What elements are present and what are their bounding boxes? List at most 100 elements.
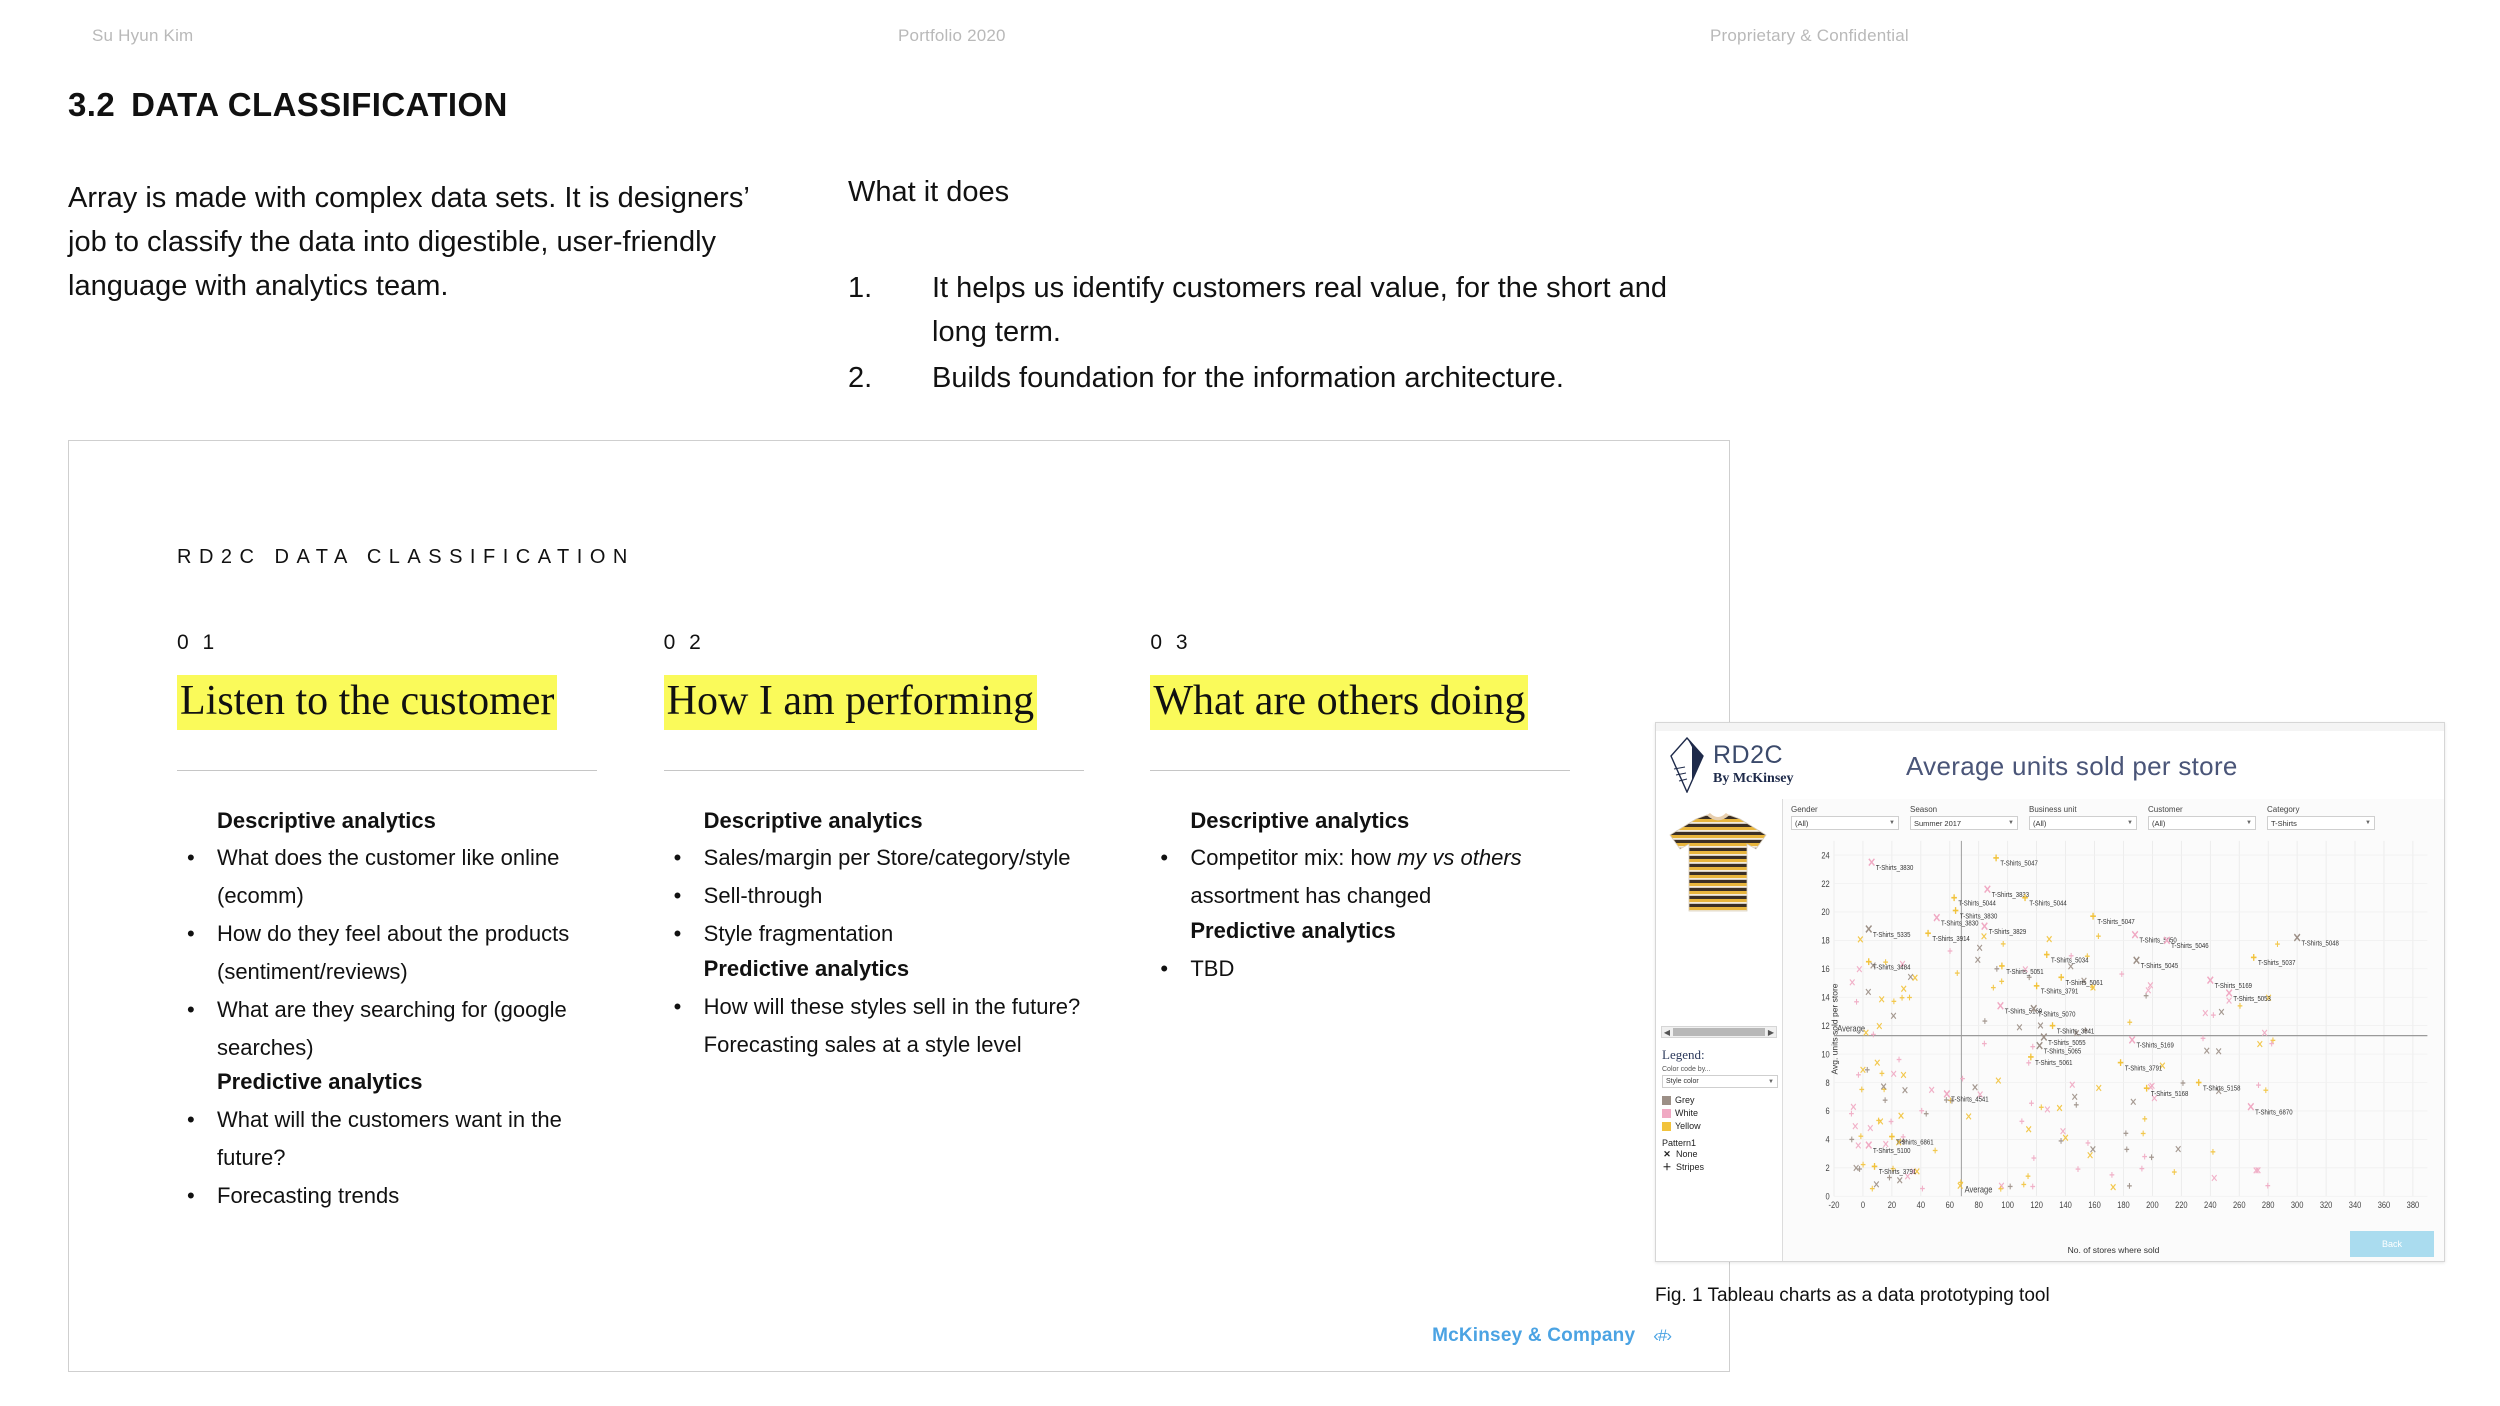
legend-item[interactable]: White xyxy=(1662,1107,1778,1120)
svg-text:T-Shirts_5045: T-Shirts_5045 xyxy=(2141,963,2179,971)
svg-text:T-Shirts_5055: T-Shirts_5055 xyxy=(2048,1039,2086,1047)
tableau-body: ◀ ▶ Legend: Color code by... Style color… xyxy=(1656,799,2444,1261)
svg-text:T-Shirts_5169: T-Shirts_5169 xyxy=(2215,983,2253,991)
tableau-right-panel: Gender (All) ▼ Season Summer 2017 ▼ Busi… xyxy=(1783,799,2444,1261)
column-02: 0 2 How I am performing Descriptive anal… xyxy=(663,631,1151,1215)
y-axis-label: Avg. units sold per store xyxy=(1829,983,1840,1075)
bullet-item: • How will these styles sell in the futu… xyxy=(664,988,1091,1064)
bullet-item: • Competitor mix: how my vs others assor… xyxy=(1150,839,1577,915)
color-code-by-select[interactable]: Style color ▼ xyxy=(1662,1075,1778,1088)
filter-select[interactable]: Summer 2017 ▼ xyxy=(1910,816,2018,830)
bullet-text: What does the customer like online (ecom… xyxy=(217,845,560,909)
filter-value: (All) xyxy=(1795,818,1809,828)
cross-marker-icon: ✕ xyxy=(1663,1149,1671,1160)
legend-item[interactable]: Yellow xyxy=(1662,1120,1778,1133)
column-03: 0 3 What are others doing Descriptive an… xyxy=(1150,631,1637,1215)
bullet-text-before: Competitor mix: how xyxy=(1190,845,1397,871)
scrollbar-thumb[interactable] xyxy=(1673,1028,1765,1036)
legend-color-items: Grey White Yellow xyxy=(1662,1094,1778,1133)
what-it-does-title: What it does xyxy=(848,176,1010,208)
svg-text:120: 120 xyxy=(2030,1199,2043,1210)
bullet-text-after: assortment has changed xyxy=(1190,883,1432,909)
color-swatch-yellow xyxy=(1662,1122,1671,1132)
column-number: 0 1 xyxy=(177,631,219,654)
chevron-down-icon: ▼ xyxy=(2365,820,2371,826)
svg-text:6: 6 xyxy=(1826,1105,1830,1116)
rd2c-logo-line2: By McKinsey xyxy=(1713,771,1794,786)
bullet-text: Style fragmentation xyxy=(703,921,894,947)
left-panel-scrollbar[interactable]: ◀ ▶ xyxy=(1661,1026,1777,1038)
svg-text:T-Shirts_3829: T-Shirts_3829 xyxy=(1989,929,2027,937)
list-item: 2. Builds foundation for the information… xyxy=(848,356,1728,400)
group-title: Predictive analytics xyxy=(703,955,910,981)
filter-customer: Customer (All) ▼ xyxy=(2148,805,2256,830)
bullet-marker: • xyxy=(673,993,682,1019)
svg-text:T-Shirts_5044: T-Shirts_5044 xyxy=(2029,900,2067,908)
bullet-marker: • xyxy=(187,1182,195,1208)
filter-label: Gender xyxy=(1791,805,1818,814)
back-button[interactable]: Back xyxy=(2350,1231,2434,1257)
svg-text:T-Shirts_3830: T-Shirts_3830 xyxy=(1876,865,1914,873)
slide-kicker: RD2C DATA CLASSIFICATION xyxy=(177,546,635,568)
svg-text:360: 360 xyxy=(2378,1199,2391,1210)
list-item-number: 1. xyxy=(848,272,873,304)
scroll-left-icon[interactable]: ◀ xyxy=(1662,1028,1672,1037)
filter-label: Category xyxy=(2267,805,2300,814)
column-number: 0 3 xyxy=(1150,631,1192,654)
filter-select[interactable]: (All) ▼ xyxy=(2029,816,2137,830)
legend-pattern-item[interactable]: ＋ Stripes xyxy=(1662,1161,1778,1174)
bullet-marker: • xyxy=(673,845,682,871)
bullet-item: • What does the customer like online (ec… xyxy=(177,839,604,915)
column-body: Descriptive analytics • What does the cu… xyxy=(177,805,604,1215)
svg-text:T-Shirts_5335: T-Shirts_5335 xyxy=(1873,931,1911,939)
chevron-down-icon: ▼ xyxy=(2008,820,2014,826)
section-title-text: DATA CLASSIFICATION xyxy=(131,86,508,123)
rd2c-logo-text: RD2C By McKinsey xyxy=(1713,743,1794,787)
group-title: Descriptive analytics xyxy=(1190,807,1410,833)
column-rule xyxy=(663,769,1084,771)
svg-text:T-Shirts_5037: T-Shirts_5037 xyxy=(2258,960,2296,968)
legend-subtitle: Color code by... xyxy=(1662,1066,1711,1073)
filter-bar: Gender (All) ▼ Season Summer 2017 ▼ Busi… xyxy=(1791,805,2436,830)
filter-value: (All) xyxy=(2033,818,2047,828)
svg-text:340: 340 xyxy=(2349,1199,2362,1210)
svg-text:100: 100 xyxy=(2001,1199,2014,1210)
legend-pattern-label: Stripes xyxy=(1676,1162,1705,1173)
legend-pattern-item[interactable]: ✕ None xyxy=(1662,1148,1778,1161)
svg-text:180: 180 xyxy=(2117,1199,2130,1210)
svg-text:T-Shirts_3791: T-Shirts_3791 xyxy=(2125,1065,2163,1073)
svg-text:T-Shirts_5053: T-Shirts_5053 xyxy=(2233,995,2271,1003)
legend-item[interactable]: Grey xyxy=(1662,1094,1778,1107)
svg-text:T-Shirts_5051: T-Shirts_5051 xyxy=(2006,968,2044,976)
bullet-marker: • xyxy=(187,845,195,871)
svg-text:140: 140 xyxy=(2059,1199,2072,1210)
filter-select[interactable]: T-Shirts ▼ xyxy=(2267,816,2375,830)
scroll-right-icon[interactable]: ▶ xyxy=(1766,1028,1776,1037)
section-number: 3.2 xyxy=(68,86,116,123)
column-01: 0 1 Listen to the customer Descriptive a… xyxy=(177,631,664,1215)
svg-text:T-Shirts_6861: T-Shirts_6861 xyxy=(1896,1139,1934,1147)
group-title: Predictive analytics xyxy=(217,1069,423,1095)
svg-text:60: 60 xyxy=(1946,1199,1955,1210)
svg-text:280: 280 xyxy=(2262,1199,2275,1210)
svg-text:220: 220 xyxy=(2175,1199,2188,1210)
legend-item-label: Grey xyxy=(1675,1095,1695,1105)
filter-select[interactable]: (All) ▼ xyxy=(2148,816,2256,830)
filter-value: Summer 2017 xyxy=(1914,818,1962,828)
svg-text:260: 260 xyxy=(2233,1199,2246,1210)
bullet-text: Sell-through xyxy=(703,883,823,909)
filter-label: Customer xyxy=(2148,805,2183,814)
tableau-dashboard: RD2C By McKinsey Average units sold per … xyxy=(1655,722,2445,1262)
svg-text:20: 20 xyxy=(1821,906,1830,917)
list-item-text: Builds foundation for the information ar… xyxy=(932,362,1564,395)
bullet-text: Forecasting trends xyxy=(217,1182,400,1208)
filter-label: Season xyxy=(1910,805,1938,814)
filter-select[interactable]: (All) ▼ xyxy=(1791,816,1899,830)
svg-text:T-Shirts_5065: T-Shirts_5065 xyxy=(2044,1048,2082,1056)
bullet-item: • Sell-through xyxy=(664,877,1091,915)
svg-text:T-Shirts_5048: T-Shirts_5048 xyxy=(2301,940,2339,948)
scatter-plot: Avg. units sold per store -20 0 20 40 60 80 10… xyxy=(1791,833,2436,1255)
legend-pattern-label: None xyxy=(1676,1149,1698,1160)
bullet-text-italic: my vs others xyxy=(1396,845,1522,871)
filter-season: Season Summer 2017 ▼ xyxy=(1910,805,2018,830)
